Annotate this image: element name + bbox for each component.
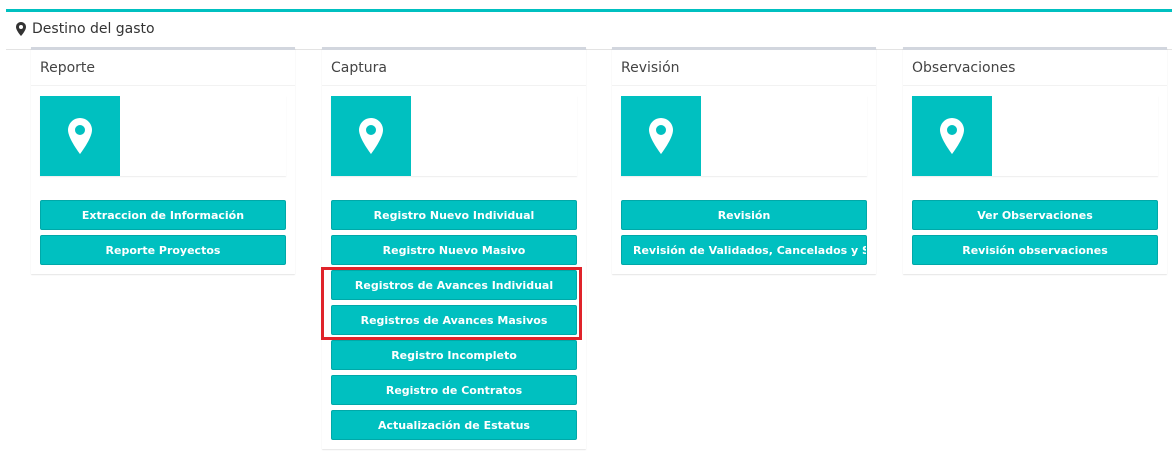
info-box [331, 96, 577, 176]
info-box [621, 96, 867, 176]
panel-title: Revisión [612, 50, 876, 86]
ver-observaciones-button[interactable]: Ver Observaciones [912, 200, 1158, 230]
map-marker-icon [16, 22, 26, 36]
map-marker-icon [40, 96, 120, 176]
panel-reporte: Reporte Extraccion de Información Report… [31, 47, 295, 274]
panel-title: Reporte [31, 50, 295, 86]
revision-button[interactable]: Revisión [621, 200, 867, 230]
reporte-proyectos-button[interactable]: Reporte Proyectos [40, 235, 286, 265]
registro-contratos-button[interactable]: Registro de Contratos [331, 375, 577, 405]
info-box [40, 96, 286, 176]
revision-observaciones-button[interactable]: Revisión observaciones [912, 235, 1158, 265]
map-marker-icon [621, 96, 701, 176]
panel-title: Observaciones [903, 50, 1167, 86]
panel-title: Captura [322, 50, 586, 86]
registro-nuevo-individual-button[interactable]: Registro Nuevo Individual [331, 200, 577, 230]
panel-captura: Captura Registro Nuevo Individual Regist… [322, 47, 586, 449]
map-marker-icon [331, 96, 411, 176]
panel-observaciones: Observaciones Ver Observaciones Revisión… [903, 47, 1167, 274]
revision-validados-button[interactable]: Revisión de Validados, Cancelados y Susp… [621, 235, 867, 265]
registro-incompleto-button[interactable]: Registro Incompleto [331, 340, 577, 370]
info-box [912, 96, 1158, 176]
section-title-text: Destino del gasto [32, 21, 155, 37]
box-header: Destino del gasto [6, 12, 1172, 50]
panel-revision: Revisión Revisión Revisión de Validados,… [612, 47, 876, 274]
registros-avances-individual-button[interactable]: Registros de Avances Individual [331, 270, 577, 300]
registro-nuevo-masivo-button[interactable]: Registro Nuevo Masivo [331, 235, 577, 265]
extraccion-informacion-button[interactable]: Extraccion de Información [40, 200, 286, 230]
registros-avances-masivos-button[interactable]: Registros de Avances Masivos [331, 305, 577, 335]
section-title: Destino del gasto [16, 21, 155, 37]
map-marker-icon [912, 96, 992, 176]
actualizacion-estatus-button[interactable]: Actualización de Estatus [331, 410, 577, 440]
